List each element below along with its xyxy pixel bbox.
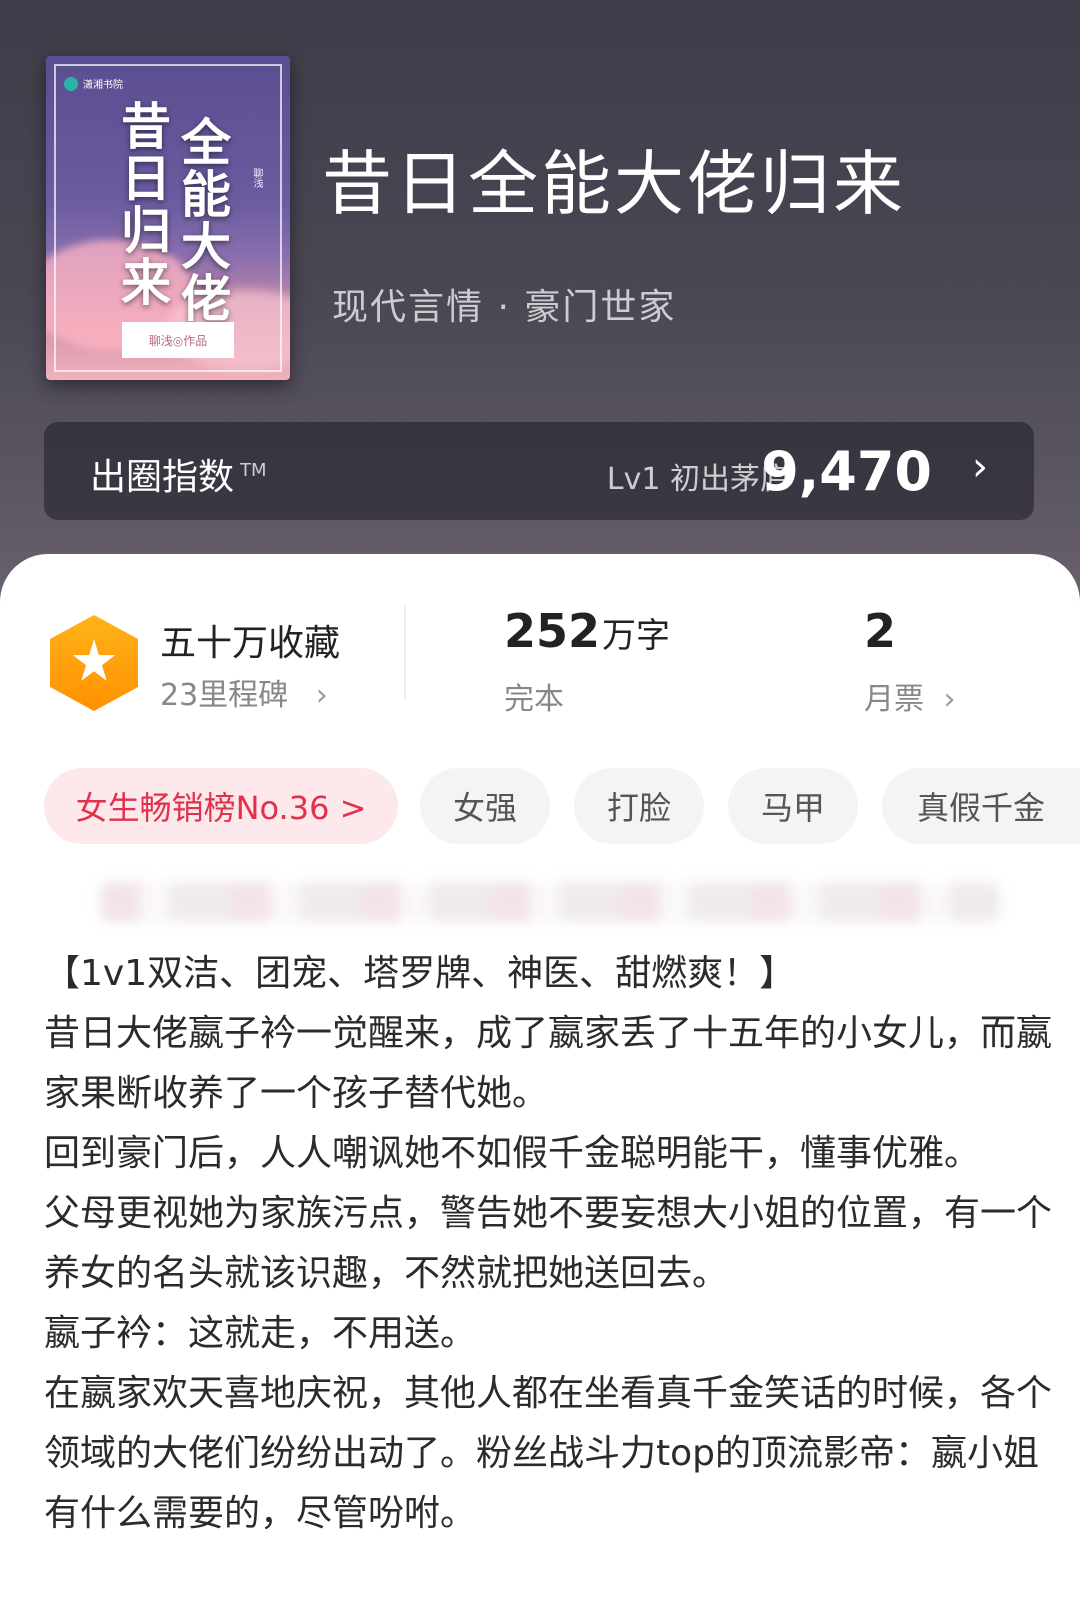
chevron-right-icon: ›: [315, 678, 328, 713]
word-count-value: 252: [504, 604, 601, 658]
monthly-votes-count: 2: [864, 604, 897, 658]
synopsis-paragraph: 回到豪门后，人人嘲讽她不如假千金聪明能干，懂事优雅。: [44, 1133, 981, 1174]
chevron-right-icon: ›: [943, 682, 956, 717]
favorites-title[interactable]: 五十万收藏: [160, 614, 340, 666]
tag-item[interactable]: 马甲: [728, 768, 858, 844]
trademark-mark: TM: [240, 460, 267, 481]
synopsis-paragraph: 在嬴家欢天喜地庆祝，其他人都在坐看真千金笑话的时候，各个领域的大佬们纷纷出动了。…: [44, 1373, 1053, 1534]
cover-label: 聊浅◎作品: [122, 322, 234, 358]
monthly-votes-label: 月票: [864, 682, 924, 717]
popularity-index-bar[interactable]: 出圈指数 TM Lv1 初出茅庐 9,470 ›: [44, 422, 1034, 520]
synopsis-paragraph: 【1v1双洁、团宠、塔罗牌、神医、甜燃爽！】: [44, 953, 796, 994]
synopsis[interactable]: 【1v1双洁、团宠、塔罗牌、神医、甜燃爽！】 昔日大佬嬴子衿一觉醒来，成了嬴家丢…: [44, 944, 1054, 1544]
tag-item[interactable]: 真假千金: [882, 768, 1080, 844]
star-icon: [72, 639, 116, 681]
book-cover[interactable]: 潇湘书院 昔日归来 全能大佬 聊浅 聊浅◎作品: [46, 56, 290, 380]
synopsis-paragraph: 嬴子衿：这就走，不用送。: [44, 1313, 477, 1354]
book-genre[interactable]: 现代言情 · 豪门世家: [332, 278, 676, 330]
cover-publisher-text: 潇湘书院: [83, 80, 123, 91]
index-label-text: 出圈指数: [90, 457, 235, 498]
milestone-text: 23里程碑: [160, 678, 289, 713]
cover-author: 聊浅: [251, 168, 262, 188]
book-title: 昔日全能大佬归来: [322, 143, 906, 225]
synopsis-paragraph: 昔日大佬嬴子衿一觉醒来，成了嬴家丢了十五年的小女儿，而嬴家果断收养了一个孩子替代…: [44, 1013, 1053, 1114]
index-label: 出圈指数 TM: [90, 448, 267, 500]
milestone-link[interactable]: 23里程碑 ›: [160, 670, 328, 714]
monthly-votes-link[interactable]: 月票 ›: [864, 674, 956, 718]
cover-title-right: 全能大佬: [173, 116, 232, 324]
index-value: 9,470: [761, 440, 932, 503]
stats-divider: [404, 606, 406, 700]
word-count: 252万字: [504, 604, 670, 658]
completion-status: 完本: [504, 682, 564, 717]
word-count-unit: 万字: [602, 616, 671, 656]
bestseller-rank-tag[interactable]: 女生畅销榜No.36 >: [44, 768, 398, 844]
blurred-content: [100, 882, 1000, 922]
tag-item[interactable]: 女强: [420, 768, 550, 844]
cover-publisher: 潇湘书院: [64, 76, 123, 91]
synopsis-paragraph: 父母更视她为家族污点，警告她不要妄想大小姐的位置，有一个养女的名头就该识趣，不然…: [44, 1193, 1053, 1294]
chevron-right-icon: ›: [972, 444, 988, 490]
publisher-logo-icon: [64, 76, 78, 91]
tag-item[interactable]: 打脸: [574, 768, 704, 844]
